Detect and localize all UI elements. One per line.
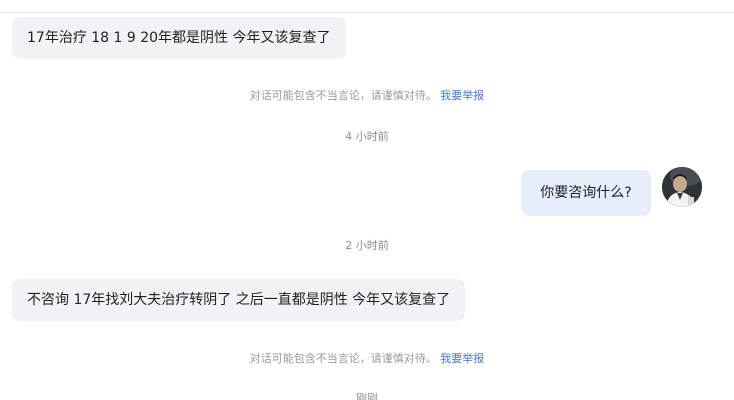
chat-view: 17年治疗 18 1 9 20年都是阴性 今年又该复查了 对话可能包含不当言论，… [0,0,734,400]
message-text: 不咨询 17年找刘大夫治疗转阴了 之后一直都是阴性 今年又该复查了 [27,292,451,308]
timestamp: 2 小时前 [345,239,389,252]
safety-notice: 对话可能包含不当言论，请谨慎对待。 我要举报 [0,88,734,104]
report-link[interactable]: 我要举报 [440,89,484,102]
patient-message-bubble: 17年治疗 18 1 9 20年都是阴性 今年又该复查了 [12,17,346,59]
notice-text: 对话可能包含不当言论，请谨慎对待。 [249,352,437,365]
notice-text: 对话可能包含不当言论，请谨慎对待。 [249,89,437,102]
message-text: 你要咨询什么? [540,185,632,201]
safety-notice: 对话可能包含不当言论，请谨慎对待。 我要举报 [0,351,734,367]
avatar-image [662,167,702,207]
patient-message-bubble: 不咨询 17年找刘大夫治疗转阴了 之后一直都是阴性 今年又该复查了 [12,279,466,321]
doctor-message-bubble: 你要咨询什么? [521,170,651,216]
message-text: 17年治疗 18 1 9 20年都是阴性 今年又该复查了 [27,30,331,46]
timestamp: 刚刚 [356,392,378,400]
doctor-avatar[interactable] [662,167,702,207]
top-divider [0,12,734,13]
timestamp: 4 小时前 [345,130,389,143]
report-link[interactable]: 我要举报 [440,352,484,365]
